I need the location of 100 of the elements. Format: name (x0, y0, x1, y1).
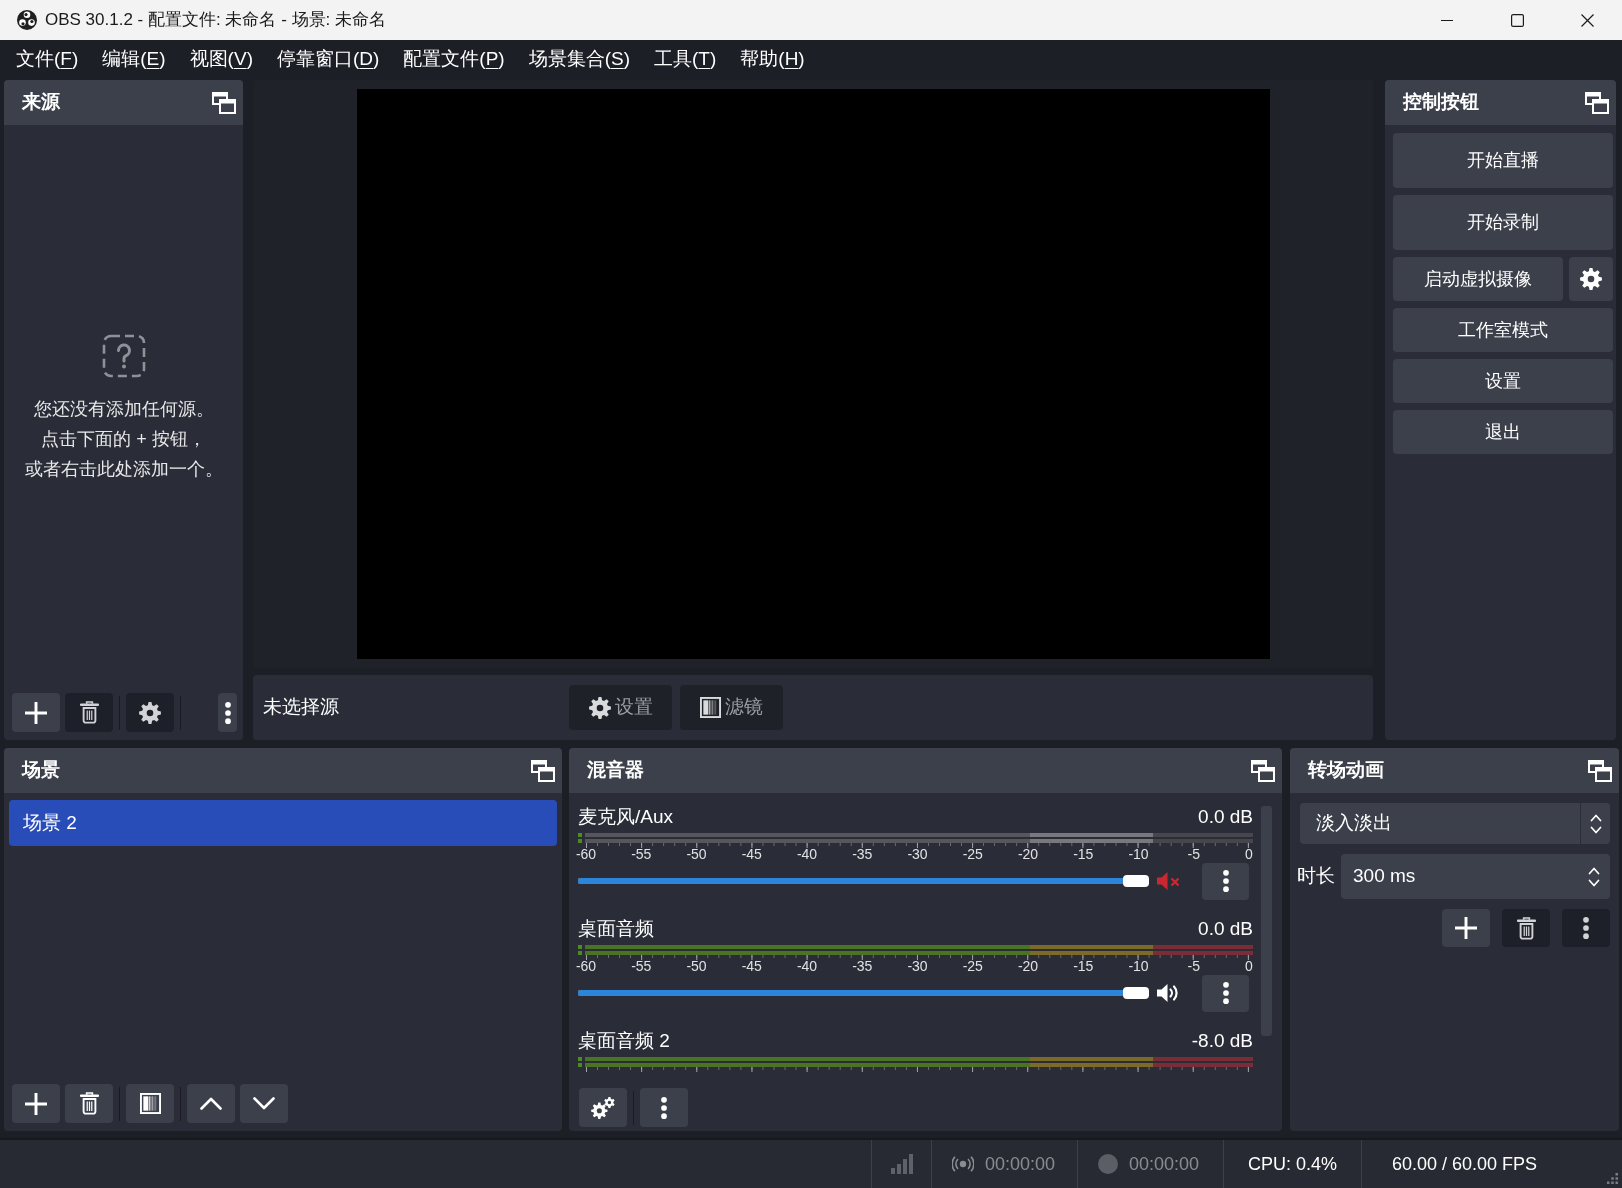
gear-icon (1580, 268, 1602, 290)
remove-button[interactable] (65, 1084, 113, 1123)
fps-readout: 60.00 / 60.00 FPS (1392, 1152, 1538, 1176)
vertical-dots-icon (224, 701, 231, 724)
resize-grip-icon[interactable] (1607, 1173, 1618, 1184)
menu-item[interactable]: 场景集合(S) (516, 44, 643, 74)
signal-bars-icon (890, 1154, 913, 1174)
meter-scale-label: -35 (852, 958, 873, 974)
updown-arrows-icon (1589, 812, 1602, 835)
panel-title: 控制按钮 (1403, 91, 1479, 114)
channel-name: 桌面音频 (578, 917, 654, 941)
meter-scale-label: -60 (575, 846, 597, 862)
undock-icon (1588, 759, 1612, 782)
meter-scale-label: -10 (1128, 958, 1149, 974)
audio-settings-button[interactable] (579, 1088, 627, 1127)
plus-icon (25, 1092, 47, 1115)
meter-scale-label: -20 (1017, 846, 1039, 862)
close-icon (1580, 13, 1594, 27)
undock-button[interactable] (1251, 759, 1275, 782)
undock-button[interactable] (212, 91, 236, 114)
control-button[interactable]: 工作室模式 (1393, 308, 1613, 352)
meter-scale-label: -25 (962, 846, 983, 862)
transition-select[interactable]: 淡入淡出 (1300, 803, 1610, 844)
meter-scale-label: -15 (1073, 958, 1094, 974)
slider-thumb[interactable] (1123, 987, 1149, 999)
undock-button[interactable] (1585, 91, 1609, 114)
menu-item[interactable]: 帮助(H) (728, 44, 817, 74)
more-button[interactable] (640, 1088, 688, 1127)
undock-button[interactable] (1588, 759, 1612, 782)
channel-name: 麦克风/Aux (578, 805, 674, 829)
undock-icon (212, 91, 236, 114)
stream-time: 00:00:00 (985, 1152, 1056, 1176)
add-button[interactable] (1442, 909, 1490, 947)
speaker-icon[interactable] (1157, 983, 1181, 1003)
panel-title: 混音器 (587, 759, 644, 782)
app-logo-icon (17, 10, 37, 30)
meter-scale-label: -45 (741, 846, 762, 862)
meter-scale-label: -55 (631, 846, 652, 862)
camera-settings-button[interactable] (1569, 257, 1613, 301)
chevron-up-icon (200, 1097, 222, 1110)
meter-scale-label: -25 (962, 958, 983, 974)
add-button[interactable] (12, 693, 60, 732)
meter-scale-label: -40 (796, 846, 818, 862)
meter-scale-label: -50 (686, 846, 707, 862)
vertical-dots-icon (1583, 917, 1589, 939)
meter-scale-label: -20 (1017, 958, 1039, 974)
menu-item[interactable]: 文件(F) (4, 44, 91, 74)
menu-item[interactable]: 停靠窗口(D) (264, 44, 392, 74)
trash-icon (79, 701, 99, 724)
channel-menu-button[interactable] (1202, 974, 1249, 1012)
control-button[interactable]: 开始直播 (1393, 133, 1613, 188)
move-up-button[interactable] (187, 1084, 235, 1123)
meter-scale-label: -30 (907, 846, 928, 862)
minimize-icon (1441, 19, 1453, 21)
meter-scale-label: -15 (1073, 846, 1094, 862)
no-source-label: 未选择源 (263, 695, 340, 720)
volume-reading: 0.0 dB (1198, 917, 1253, 941)
vertical-dots-icon (1222, 870, 1229, 892)
add-button[interactable] (12, 1084, 60, 1123)
volume-reading: -8.0 dB (1191, 1029, 1253, 1053)
menu-item[interactable]: 工具(T) (642, 44, 729, 74)
more-button[interactable] (218, 693, 237, 732)
filters-button[interactable] (126, 1084, 174, 1123)
undock-icon (531, 759, 555, 782)
meter-scale-label: -30 (907, 958, 928, 974)
undock-button[interactable] (531, 759, 555, 782)
control-button[interactable]: 开始录制 (1393, 195, 1613, 250)
meter-scale-label: -5 (1187, 958, 1200, 974)
record-time: 00:00:00 (1129, 1152, 1200, 1176)
menu-item[interactable]: 编辑(E) (90, 44, 178, 74)
control-button[interactable]: 启动虚拟摄像 (1393, 257, 1563, 301)
slider-thumb[interactable] (1123, 875, 1149, 887)
meter-scale-label: -55 (631, 958, 652, 974)
meter-scale-label: -5 (1187, 846, 1200, 862)
panel-title: 来源 (22, 91, 60, 114)
control-button[interactable]: 设置 (1393, 359, 1613, 403)
menu-item[interactable]: 视图(V) (177, 44, 265, 74)
duration-label: 时长 (1297, 864, 1335, 889)
empty-state-text: 点击下面的 + 按钮， (41, 428, 206, 451)
meter-scale-label: -35 (852, 846, 873, 862)
empty-state-text: 您还没有添加任何源。 (33, 398, 214, 421)
duration-field[interactable]: 300 ms (1341, 854, 1610, 899)
undock-icon (1585, 91, 1609, 114)
undock-icon (1251, 759, 1275, 782)
gear-icon (139, 701, 161, 724)
panel-title: 场景 (22, 759, 60, 782)
meter-scale-label: 0 (1245, 846, 1253, 862)
volume-reading: 0.0 dB (1198, 805, 1253, 829)
menu-item[interactable]: 配置文件(P) (391, 44, 517, 74)
question-icon (101, 334, 146, 378)
channel-menu-button[interactable] (1202, 862, 1249, 900)
muted-speaker-icon[interactable] (1157, 871, 1181, 891)
scene-item[interactable]: 场景 2 (9, 800, 557, 846)
move-down-button[interactable] (240, 1084, 288, 1123)
channel-name: 桌面音频 2 (578, 1029, 670, 1053)
plus-icon (1455, 917, 1477, 939)
vertical-dots-icon (1222, 982, 1229, 1004)
maximize-icon (1510, 13, 1524, 27)
trash-icon (1516, 916, 1536, 940)
control-button[interactable]: 退出 (1393, 410, 1613, 454)
